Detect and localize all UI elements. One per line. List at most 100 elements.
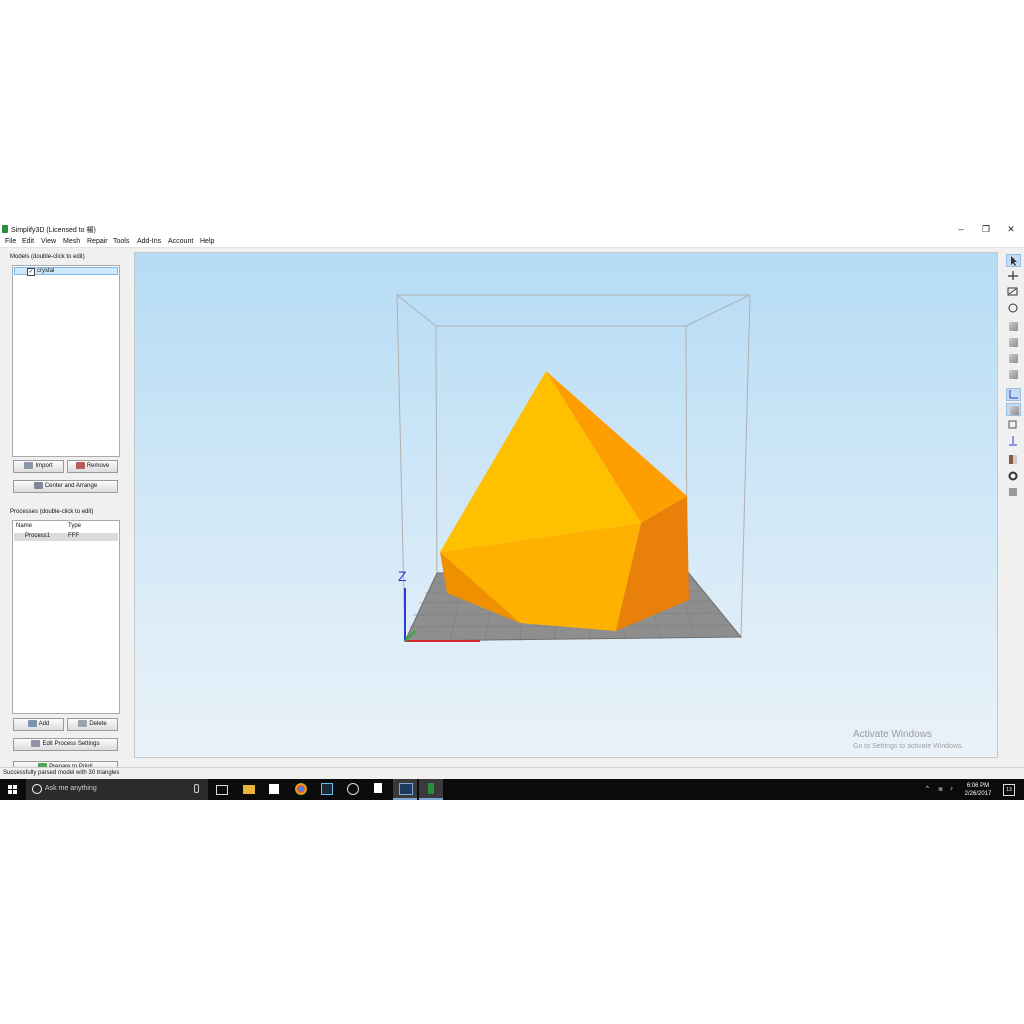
add-icon [27, 719, 37, 727]
process-type: FFF [68, 533, 79, 539]
menu-help[interactable]: Help [200, 238, 214, 245]
layers-button[interactable] [1006, 486, 1021, 499]
steam-icon[interactable] [321, 783, 333, 795]
activate-windows-subtitle: Go to Settings to activate Windows. [853, 743, 964, 750]
right-toolbar [1004, 252, 1024, 758]
simplify3d-icon [428, 783, 434, 794]
wireframe-view-button[interactable] [1006, 419, 1021, 432]
rotate-tool[interactable] [1006, 302, 1021, 315]
clock-date: 2/26/2017 [964, 791, 992, 797]
scale-tool[interactable] [1006, 286, 1021, 299]
select-tool[interactable] [1006, 254, 1021, 267]
menu-edit[interactable]: Edit [22, 238, 34, 245]
tray-chevron-icon[interactable]: ^ [926, 786, 929, 792]
move-tool[interactable] [1006, 270, 1021, 283]
windows-taskbar: Ask me anything ^ ≋ ♪ 6:06 PM 2/26/2017 … [0, 779, 1024, 800]
view-top-button[interactable] [1006, 352, 1021, 365]
crystal-model[interactable] [440, 371, 689, 631]
remove-button-label: Remove [86, 463, 110, 469]
z-axis-button[interactable] [1006, 435, 1021, 448]
view-side-button[interactable] [1006, 368, 1021, 381]
model-name: crystal [37, 268, 55, 274]
task-view-icon[interactable] [216, 785, 228, 795]
models-group-label: Models (double-click to edit) [10, 254, 85, 260]
column-name-header[interactable]: Name [16, 523, 32, 529]
volume-icon[interactable]: ♪ [950, 786, 953, 792]
menu-view[interactable]: View [41, 238, 56, 245]
file-explorer-icon[interactable] [243, 785, 255, 794]
column-type-header[interactable]: Type [68, 523, 81, 529]
delete-icon [78, 719, 88, 727]
view-cube-icon [1009, 322, 1018, 331]
close-button[interactable]: ✕ [1000, 223, 1022, 235]
section-view-button[interactable] [1006, 454, 1021, 467]
view-cube-icon [1009, 370, 1018, 379]
add-process-label: Add [38, 721, 50, 727]
process-row[interactable]: Process1 FFF [14, 533, 118, 541]
import-button[interactable]: Import [13, 460, 64, 473]
solid-view-button[interactable] [1006, 403, 1021, 416]
menu-repair[interactable]: Repair [87, 238, 108, 245]
scene-svg: Z [395, 294, 751, 642]
view-default-button[interactable] [1006, 320, 1021, 333]
add-process-button[interactable]: Add [13, 718, 64, 731]
store-icon[interactable] [269, 784, 279, 794]
process-name: Process1 [25, 533, 51, 539]
view-front-button[interactable] [1006, 336, 1021, 349]
remove-icon [75, 461, 85, 469]
window-title: Simplify3D (Licensed to 楊) [11, 227, 96, 234]
simplify3d-app-icon [2, 225, 8, 233]
import-icon [24, 461, 34, 469]
clock-time: 6:06 PM [966, 783, 990, 789]
app-window-icon [399, 783, 413, 795]
model-list-item[interactable]: ✓ crystal [14, 267, 118, 276]
axis-toggle-button[interactable] [1006, 388, 1021, 401]
layers-icon [1009, 488, 1017, 496]
remove-button[interactable]: Remove [67, 460, 118, 473]
minimize-button[interactable]: – [950, 223, 972, 235]
3d-viewport[interactable]: Z Activate Windows Go to Settings to act… [134, 252, 998, 758]
scale-icon [1007, 287, 1018, 296]
center-arrange-icon [33, 481, 43, 489]
menu-mesh[interactable]: Mesh [63, 238, 80, 245]
delete-process-label: Delete [89, 721, 107, 727]
edit-process-settings-button[interactable]: Edit Process Settings [13, 738, 118, 751]
chrome-icon[interactable] [295, 783, 307, 795]
wireframe-view-icon [1008, 420, 1017, 429]
title-bar: Simplify3D (Licensed to 楊) – ❐ ✕ [0, 222, 1024, 236]
view-cube-icon [1009, 338, 1018, 347]
edit-settings-icon [31, 739, 41, 747]
menu-bar: File Edit View Mesh Repair Tools Add-Ins… [0, 236, 1024, 248]
restore-button[interactable]: ❐ [975, 223, 997, 235]
status-message: Successfully parsed model with 30 triang… [3, 770, 120, 776]
taskbar-app-active[interactable] [393, 779, 417, 800]
start-button[interactable] [8, 785, 17, 794]
models-list[interactable]: ✓ crystal [12, 265, 120, 457]
center-arrange-button[interactable]: Center and Arrange [13, 480, 118, 493]
cortana-search-box[interactable]: Ask me anything [26, 779, 208, 800]
microphone-icon[interactable] [194, 784, 199, 793]
taskbar-simplify3d[interactable] [419, 779, 443, 800]
model-visible-checkbox[interactable]: ✓ [27, 268, 35, 276]
app-window: Simplify3D (Licensed to 楊) – ❐ ✕ File Ed… [0, 222, 1024, 780]
system-clock[interactable]: 6:06 PM 2/26/2017 [960, 782, 996, 798]
menu-account[interactable]: Account [168, 238, 193, 245]
select-icon [1011, 256, 1017, 266]
processes-list[interactable]: Name Type Process1 FFF [12, 520, 120, 714]
solid-view-icon [1010, 406, 1019, 415]
processes-group-label: Processes (double-click to edit) [10, 509, 94, 515]
menu-tools[interactable]: Tools [113, 238, 129, 245]
network-icon[interactable]: ≋ [938, 786, 943, 793]
notepad-icon[interactable] [374, 783, 382, 793]
notification-center-icon[interactable]: 13 [1003, 784, 1015, 796]
settings-button[interactable] [1006, 470, 1021, 483]
import-button-label: Import [35, 463, 53, 469]
section-icon [1009, 455, 1017, 464]
center-arrange-label: Center and Arrange [44, 483, 98, 489]
menu-file[interactable]: File [5, 238, 16, 245]
axis-icon [1009, 390, 1018, 399]
menu-add-ins[interactable]: Add-Ins [137, 238, 161, 245]
z-axis-icon [1009, 436, 1017, 446]
app-icon[interactable] [347, 783, 359, 795]
delete-process-button[interactable]: Delete [67, 718, 118, 731]
